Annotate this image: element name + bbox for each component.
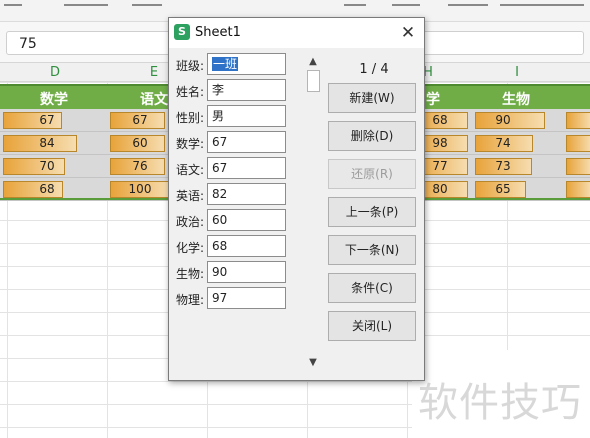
field-input[interactable]: 67 <box>207 131 286 153</box>
previous-record-button[interactable]: 上一条(P) <box>328 197 416 227</box>
data-bar <box>566 112 590 129</box>
criteria-button[interactable]: 条件(C) <box>328 273 416 303</box>
field-label: 物理: <box>176 293 205 307</box>
field-input[interactable]: 82 <box>207 183 286 205</box>
watermark-text: 软件技巧 <box>418 380 582 426</box>
table-cell-value[interactable]: 67 <box>3 113 91 127</box>
field-input[interactable]: 90 <box>207 261 286 283</box>
next-record-button[interactable]: 下一条(N) <box>328 235 416 265</box>
field-value: 90 <box>212 265 228 279</box>
data-bar <box>566 181 590 198</box>
delete-record-button[interactable]: 删除(D) <box>328 121 416 151</box>
field-input[interactable]: 67 <box>207 157 286 179</box>
field-label: 政治: <box>176 215 205 229</box>
field-label: 性别: <box>176 111 205 125</box>
toolbar-fragment <box>344 0 366 6</box>
new-record-button[interactable]: 新建(W) <box>328 83 416 113</box>
field-label: 数学: <box>176 137 205 151</box>
field-value: 李 <box>212 83 225 97</box>
close-icon[interactable]: ✕ <box>397 22 419 44</box>
field-input[interactable]: 68 <box>207 235 286 257</box>
table-cell-value[interactable]: 73 <box>475 159 531 173</box>
table-cell-value[interactable]: 65 <box>475 182 531 196</box>
field-label: 姓名: <box>176 85 205 99</box>
toolbar-fragment <box>448 0 488 6</box>
record-form-dialog: S Sheet1 ✕ 班级: 一班 姓名: 李性别: 男数学: 67 语文: 67 英语: 82 政… <box>168 17 425 381</box>
field-value: 68 <box>212 239 228 253</box>
field-value: 67 <box>212 161 228 175</box>
column-header-e[interactable]: E <box>144 65 164 80</box>
table-cell-value[interactable]: 74 <box>475 136 531 150</box>
record-counter: 1 / 4 <box>359 62 389 77</box>
table-cell-value[interactable]: 84 <box>3 136 91 150</box>
table-cell-value[interactable]: 76 <box>110 159 170 173</box>
data-bar <box>566 135 590 152</box>
field-input[interactable]: 97 <box>207 287 286 309</box>
data-bar <box>566 158 590 175</box>
toolbar-fragment <box>392 0 420 6</box>
field-value: 一班 <box>212 57 239 71</box>
field-input[interactable]: 60 <box>207 209 286 231</box>
header-cell-biology[interactable]: 生物 <box>502 89 530 109</box>
table-cell-value[interactable]: 68 <box>3 182 91 196</box>
table-cell-value[interactable]: 70 <box>3 159 91 173</box>
scroll-down-icon[interactable]: ▼ <box>307 357 319 369</box>
header-cell-partial[interactable]: 学 <box>426 89 440 109</box>
header-cell-math[interactable]: 数学 <box>40 89 68 109</box>
close-dialog-button[interactable]: 关闭(L) <box>328 311 416 341</box>
field-label: 化学: <box>176 241 205 255</box>
scroll-up-icon[interactable]: ▲ <box>307 56 319 68</box>
field-label: 英语: <box>176 189 205 203</box>
table-cell-value[interactable]: 67 <box>110 113 170 127</box>
toolbar-fragment <box>500 0 584 6</box>
field-input[interactable]: 男 <box>207 105 286 127</box>
table-cell-value[interactable]: 60 <box>110 136 170 150</box>
toolbar-fragment <box>64 0 108 6</box>
field-label: 生物: <box>176 267 205 281</box>
toolbar-fragment <box>132 0 162 6</box>
field-value: 82 <box>212 187 228 201</box>
header-cell-chinese[interactable]: 语文 <box>140 89 168 109</box>
field-input[interactable]: 李 <box>207 79 286 101</box>
field-label: 语文: <box>176 163 205 177</box>
table-cell-value[interactable]: 100 <box>110 182 170 196</box>
scrollbar-thumb[interactable] <box>307 70 320 92</box>
dialog-title: Sheet1 <box>195 25 241 40</box>
field-input[interactable]: 一班 <box>207 53 286 75</box>
field-value: 60 <box>212 213 228 227</box>
field-label: 班级: <box>176 59 205 73</box>
column-header-d[interactable]: D <box>45 65 65 80</box>
field-value: 男 <box>212 109 225 123</box>
toolbar-fragment <box>4 0 22 6</box>
restore-button: 还原(R) <box>328 159 416 189</box>
column-header-i[interactable]: I <box>507 65 527 80</box>
dialog-titlebar[interactable]: S Sheet1 ✕ <box>169 18 424 48</box>
field-value: 97 <box>212 291 228 305</box>
field-value: 67 <box>212 135 228 149</box>
table-cell-value[interactable]: 90 <box>475 113 531 127</box>
spreadsheet-app-icon: S <box>174 24 190 40</box>
